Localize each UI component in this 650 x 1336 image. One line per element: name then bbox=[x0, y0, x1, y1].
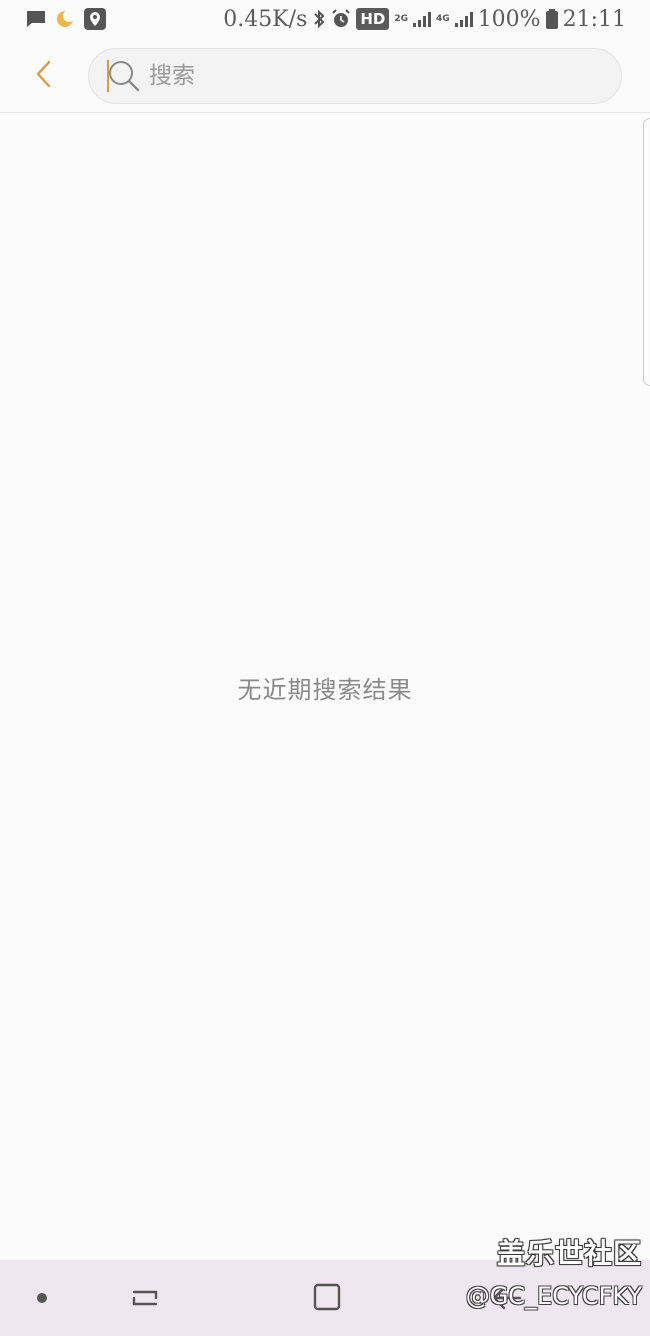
signal-icon-2 bbox=[454, 11, 473, 27]
system-indicators: 0.45K/s HD 2G 4G 100% 21:11 bbox=[223, 7, 626, 32]
empty-state-message: 无近期搜索结果 bbox=[237, 676, 413, 704]
recents-button[interactable] bbox=[128, 1282, 162, 1318]
home-icon bbox=[313, 1283, 341, 1311]
sim1-label: 2G bbox=[394, 14, 409, 24]
signal-icon bbox=[413, 11, 432, 27]
battery-icon bbox=[545, 9, 558, 29]
search-header bbox=[0, 40, 650, 113]
watermark-title: 盖乐世社区 bbox=[496, 1237, 642, 1270]
search-icon bbox=[107, 59, 141, 93]
back-button[interactable] bbox=[22, 54, 66, 98]
watermark-handle: @GC_ECYCFKY bbox=[465, 1282, 642, 1310]
clock: 21:11 bbox=[562, 6, 626, 32]
sim2-label: 4G bbox=[436, 14, 450, 24]
recents-icon bbox=[132, 1290, 158, 1306]
moon-icon bbox=[56, 10, 74, 28]
status-bar: 0.45K/s HD 2G 4G 100% 21:11 bbox=[0, 0, 650, 38]
location-icon bbox=[84, 8, 106, 30]
battery-percent: 100% bbox=[477, 6, 541, 32]
alarm-icon bbox=[331, 9, 351, 29]
home-button[interactable] bbox=[312, 1282, 342, 1316]
chevron-left-icon bbox=[34, 59, 54, 93]
hd-badge: HD bbox=[356, 8, 390, 30]
bluetooth-icon bbox=[312, 9, 326, 29]
network-speed: 0.45K/s bbox=[223, 6, 308, 32]
search-input[interactable] bbox=[149, 63, 569, 89]
hide-nav-dot-icon[interactable] bbox=[37, 1293, 47, 1303]
message-icon bbox=[26, 10, 46, 28]
notification-icons bbox=[26, 8, 106, 30]
scroll-handle[interactable] bbox=[643, 118, 650, 386]
search-box[interactable] bbox=[88, 48, 622, 104]
